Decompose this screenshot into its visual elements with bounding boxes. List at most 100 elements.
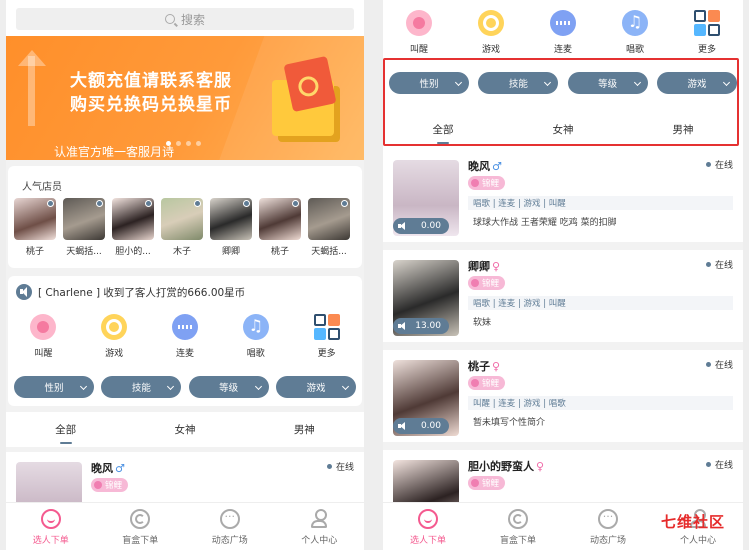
category-voice[interactable]: 连麦 [155,314,215,359]
notice-text: [ Charlene ] 收到了客人打赏的666.00星币 [38,286,246,299]
arrow-up-icon [18,50,46,126]
popular-item[interactable]: 天蝎括... [63,198,105,257]
speaker-icon [398,422,406,430]
category-label: 唱歌 [246,349,265,359]
chevron-down-icon [167,382,175,391]
online-dot [341,200,348,207]
popular-item-name: 卿卿 [221,247,240,257]
online-dot [194,200,201,207]
popular-item-name: 木子 [172,247,191,257]
tab-all[interactable]: 全部 [26,412,106,447]
category-row: 叫醒 游戏 连麦 唱歌 更多 [383,0,743,55]
grid-more-icon [313,314,340,340]
gift-box-icon [272,55,337,136]
category-label: 更多 [317,349,336,359]
carousel-dot[interactable] [186,141,191,146]
popular-item-name: 桃子 [25,247,44,257]
staff-card[interactable]: 0.00 晚风 ♂ 在线 锦鲤 唱歌 | 连麦 | 游戏 | 叫醒 球球大作战 王… [383,150,743,250]
nav-square[interactable]: 动态广场 [568,503,648,550]
nav-select-order[interactable]: 选人下单 [11,503,91,550]
category-label: 叫醒 [34,349,53,359]
category-voice[interactable]: 连麦 [533,10,593,55]
popular-item[interactable]: 木子 [161,198,203,257]
category-label: 连麦 [175,349,194,359]
speaker-icon [16,284,32,300]
carousel-dot[interactable] [176,141,181,146]
popular-item[interactable]: 胆小的... [112,198,154,257]
online-dot [96,200,103,207]
popular-item[interactable]: 卿卿 [210,198,252,257]
filter-gender[interactable]: 性别 [14,376,94,398]
nav-blind-box[interactable]: 盲盒下单 [100,503,180,550]
nav-label: 选人下单 [409,536,446,546]
filter-skill[interactable]: 技能 [101,376,182,398]
speaker-icon [398,222,406,230]
staff-card[interactable]: 13.00 卿卿 ♀ 在线 锦鲤 唱歌 | 连麦 | 游戏 | 叫醒 软妹 [383,250,743,350]
online-dot [292,200,299,207]
alarm-clock-icon [30,314,57,340]
category-wake[interactable]: 叫醒 [13,314,73,359]
online-status: 在线 [706,258,733,271]
category-game[interactable]: 游戏 [461,10,521,55]
search-input[interactable]: 搜索 [16,8,354,30]
nav-profile[interactable]: 个人中心 [279,503,359,550]
voice-duration: 13.00 [415,321,441,331]
popular-item[interactable]: 桃子 [259,198,301,257]
popular-item[interactable]: 桃子 [14,198,56,257]
chevron-down-icon [254,382,262,391]
avatar [161,198,203,240]
category-more[interactable]: 更多 [677,10,737,55]
voice-play-button[interactable]: 0.00 [393,218,449,234]
nav-label: 选人下单 [32,536,69,546]
promo-banner[interactable]: 大额充值请联系客服 购买兑换码兑换星币 认准官方唯一客服月诗 [6,36,364,160]
filter-label: 等级 [219,383,239,394]
category-more[interactable]: 更多 [297,314,357,359]
category-label: 游戏 [105,349,124,359]
tab-god[interactable]: 男神 [264,412,344,447]
banner-line-3: 认准官方唯一客服月诗 [54,145,175,159]
nav-label: 盲盒下单 [122,536,159,546]
carousel-dot[interactable] [196,141,201,146]
search-placeholder: 搜索 [180,12,205,27]
chat-bubble-icon [598,509,618,529]
carousel-dots[interactable] [166,141,201,146]
voice-play-button[interactable]: 0.00 [393,418,449,434]
chevron-down-icon [341,382,350,391]
bottom-nav: 选人下单 盲盒下单 动态广场 个人中心 [6,502,364,550]
category-sing[interactable]: 唱歌 [605,10,665,55]
category-wake[interactable]: 叫醒 [389,10,449,55]
tab-goddess[interactable]: 女神 [145,412,225,447]
level-badge: 锦鲤 [468,276,506,290]
staff-card[interactable]: 0.00 桃子 ♀ 在线 锦鲤 叫醒 | 连麦 | 游戏 | 唱歌 暂未填写个性简… [383,350,743,450]
voice-duration: 0.00 [420,421,441,431]
nav-square[interactable]: 动态广场 [190,503,270,550]
skill-tags: 唱歌 | 连麦 | 游戏 | 叫醒 [468,196,733,210]
avatar [14,198,56,240]
filter-label: 游戏 [306,383,326,394]
filter-row: 性别 技能 等级 游戏 [8,376,362,398]
staff-name: 晚风 ♂ [91,462,125,475]
filter-level[interactable]: 等级 [188,376,269,398]
category-label: 更多 [697,45,716,55]
staff-bio: 软妹 [473,318,492,328]
search-icon [164,14,175,24]
female-icon: ♀ [492,360,501,373]
nav-select-order[interactable]: 选人下单 [388,503,468,550]
carousel-dot[interactable] [166,141,171,146]
avatar [308,198,350,240]
notice-bar[interactable]: [ Charlene ] 收到了客人打赏的666.00星币 [16,284,245,300]
male-icon: ♂ [115,462,125,475]
left-screen: 搜索 大额充值请联系客服 购买兑换码兑换星币 认准官方唯一客服月诗 人气店员 桃… [6,0,364,550]
filter-game[interactable]: 游戏 [275,376,356,398]
nav-blind-box[interactable]: 盲盒下单 [478,503,558,550]
notice-section: [ Charlene ] 收到了客人打赏的666.00星币 叫醒 游戏 连麦 唱… [8,276,362,406]
category-sing[interactable]: 唱歌 [226,314,286,359]
category-game[interactable]: 游戏 [84,314,144,359]
search-bar: 搜索 [6,0,364,36]
popular-item[interactable]: 天蝎括... [308,198,350,257]
chat-bubble-icon [219,509,240,529]
music-note-icon [622,10,648,36]
game-icon [101,314,128,340]
staff-name: 桃子 ♀ [468,360,501,373]
voice-play-button[interactable]: 13.00 [393,318,449,334]
